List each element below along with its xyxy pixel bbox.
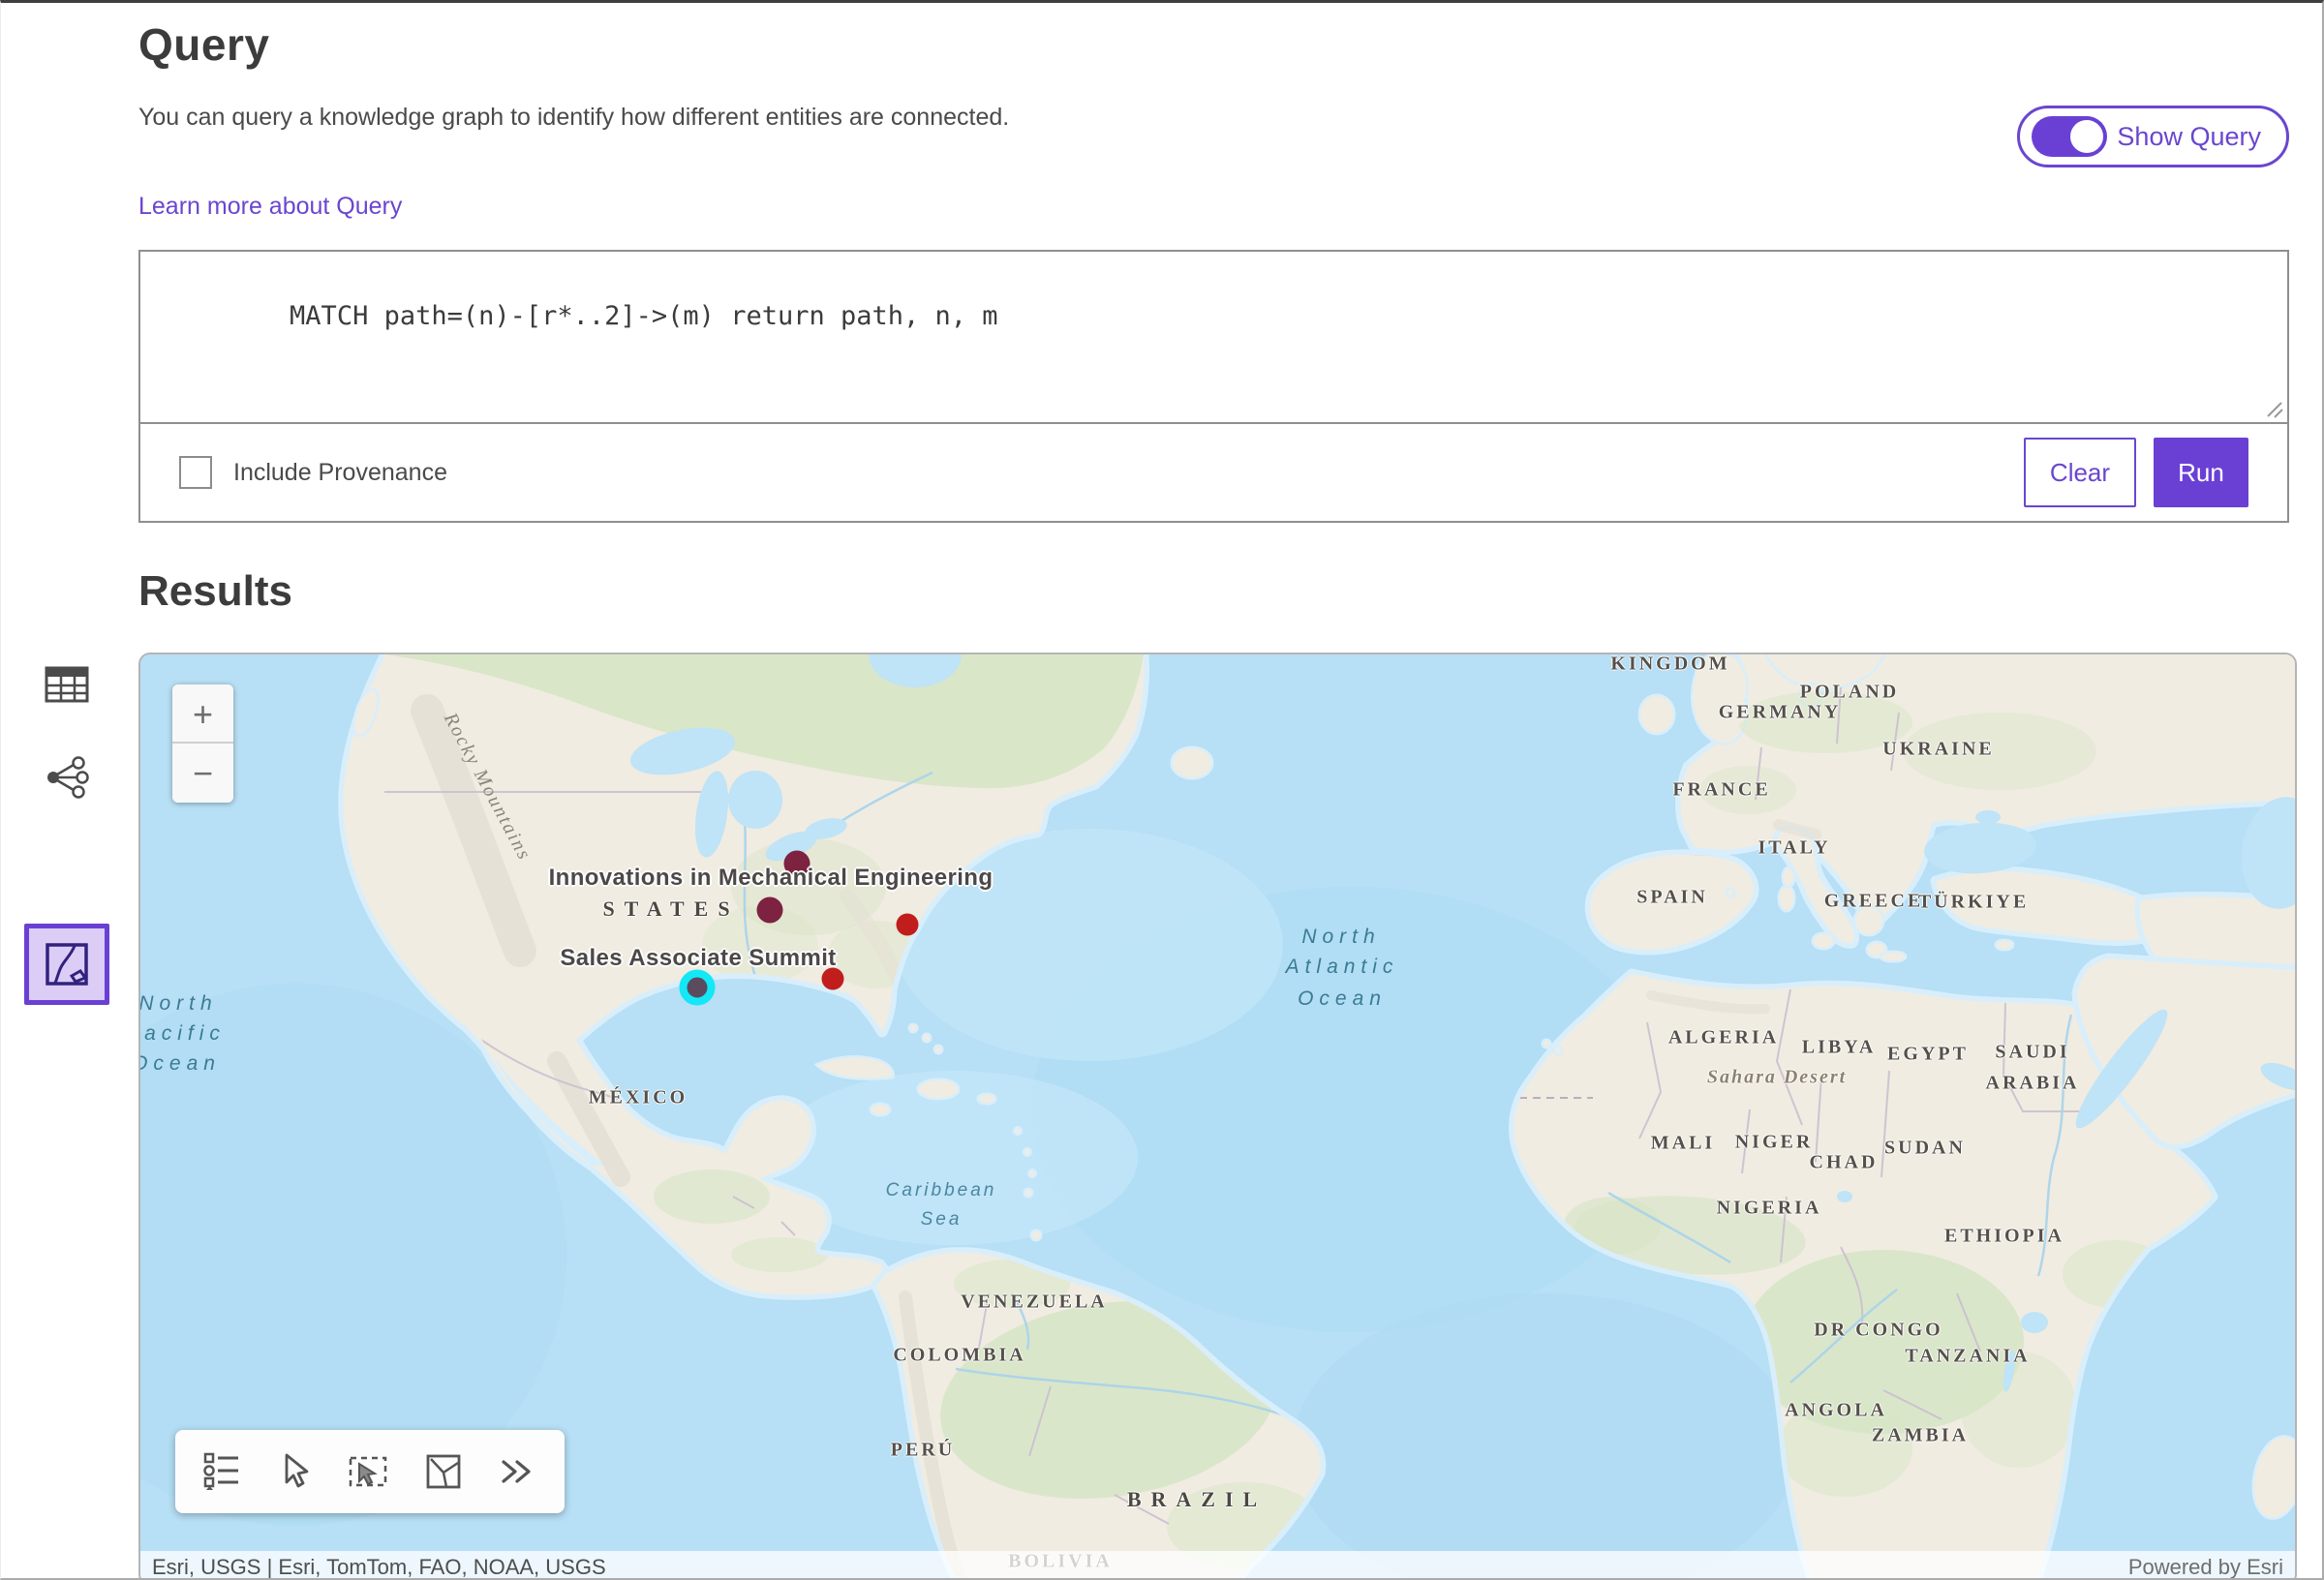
map-place-label: ARABIA (1986, 1073, 2080, 1095)
map-marker-entity-red[interactable] (897, 914, 919, 936)
map-place-label: EGYPT (1887, 1044, 1969, 1066)
map-place-label: Rocky Mountains (439, 710, 535, 865)
zoom-in-button[interactable]: + (172, 684, 233, 744)
link-chart-icon (45, 756, 89, 799)
map-place-label: MÉXICO (589, 1087, 688, 1109)
include-provenance-row: Include Provenance (179, 456, 447, 489)
pointer-button[interactable] (270, 1447, 317, 1496)
map-place-label: ALGERIA (1668, 1027, 1779, 1049)
map-marker-entity-selected[interactable] (680, 970, 716, 1006)
query-text: MATCH path=(n)-[r*..2]->(m) return path,… (290, 301, 998, 331)
map-place-label: TANZANIA (1905, 1346, 2030, 1368)
page-title: Query (138, 18, 2289, 71)
query-section: Query You can query a knowledge graph to… (1, 18, 2322, 523)
map-place-label: ITALY (1758, 837, 1830, 860)
map-place-label: FRANCE (1672, 779, 1770, 802)
legend-list-button[interactable] (198, 1446, 246, 1497)
query-input[interactable]: MATCH path=(n)-[r*..2]->(m) return path,… (140, 252, 2287, 424)
map-event-label: Sales Associate Summit (560, 945, 836, 972)
map-place-label: NIGERIA (1717, 1198, 1822, 1220)
map-place-label: Atlantic (1286, 956, 1399, 979)
toggle-switch-icon[interactable] (2032, 116, 2107, 157)
map-place-label: GERMANY (1719, 702, 1842, 724)
query-actions: Include Provenance Clear Run (140, 424, 2287, 521)
include-provenance-label: Include Provenance (233, 459, 447, 487)
show-query-toggle[interactable]: Show Query (2017, 106, 2289, 167)
resize-grip-icon[interactable] (2263, 398, 2284, 419)
map-place-label: PERÚ (891, 1440, 955, 1462)
select-by-rectangle-button[interactable] (342, 1446, 394, 1497)
sidebar-item-link-chart-view[interactable] (24, 745, 109, 809)
run-button[interactable]: Run (2154, 438, 2248, 507)
results-area: KINGDOM POLANDGERMANY UKRAINE FRANCE ITALY SP… (1, 653, 2322, 1580)
map-place-label: Sahara Desert (1707, 1067, 1847, 1089)
map-attribution-bar: Esri, USGS | Esri, TomTom, FAO, NOAA, US… (140, 1551, 2295, 1580)
map-place-label: Sea (921, 1209, 963, 1231)
map-place-label: UKRAINE (1882, 739, 1994, 761)
map-place-label: KINGDOM (1610, 653, 1729, 676)
map-place-label: Pacific (138, 1022, 226, 1046)
select-by-polygon-icon (423, 1451, 464, 1492)
map-event-label: Innovations in Mechanical Engineering (549, 865, 994, 892)
query-description: You can query a knowledge graph to ident… (138, 104, 1009, 132)
map-icon (45, 942, 89, 987)
powered-by-esri: Powered by Esri (2128, 1555, 2283, 1580)
table-icon (45, 664, 89, 705)
map-place-label: TÜRKIYE (1918, 892, 2029, 914)
app-window: Query You can query a knowledge graph to… (0, 0, 2324, 1580)
include-provenance-checkbox[interactable] (179, 456, 212, 489)
learn-more-link[interactable]: Learn more about Query (138, 193, 402, 221)
map-place-label: NIGER (1735, 1132, 1814, 1154)
map-place-label: COLOMBIA (893, 1345, 1025, 1367)
map-place-label: Caribbean (886, 1180, 997, 1201)
clear-button[interactable]: Clear (2024, 438, 2136, 507)
map-place-label: North (138, 992, 217, 1016)
map-place-label: SUDAN (1884, 1138, 1966, 1160)
map-place-label: Ocean (138, 1052, 221, 1076)
expand-chevrons-icon (496, 1452, 538, 1491)
map-place-label: CHAD (1810, 1152, 1879, 1174)
map-place-label: SAUDI (1995, 1042, 2069, 1064)
sidebar-item-map-view[interactable] (24, 924, 109, 1005)
query-box: MATCH path=(n)-[r*..2]->(m) return path,… (138, 250, 2289, 523)
map-place-label: North (1301, 926, 1380, 949)
toggle-knob (2067, 117, 2106, 156)
map-marker-entity-dark[interactable] (757, 897, 783, 924)
select-by-polygon-button[interactable] (419, 1447, 468, 1496)
map-place-label: VENEZUELA (961, 1291, 1107, 1314)
pointer-icon (274, 1451, 313, 1492)
map-place-label: GREECE (1824, 891, 1923, 913)
results-title: Results (138, 567, 2322, 616)
map-place-label: LIBYA (1802, 1037, 1877, 1059)
map-place-label: MALI (1651, 1133, 1715, 1155)
sidebar-item-table-view[interactable] (24, 653, 109, 716)
map-place-label: STATES (602, 896, 739, 922)
map-place-label: ANGOLA (1785, 1400, 1887, 1422)
description-row: You can query a knowledge graph to ident… (138, 104, 2289, 167)
zoom-control: + − (172, 684, 233, 803)
map-place-label: Ocean (1298, 988, 1387, 1011)
view-sidebar (24, 653, 113, 1005)
map-place-label: BRAZIL (1127, 1487, 1267, 1512)
query-buttons: Clear Run (2024, 438, 2248, 507)
zoom-out-button[interactable]: − (172, 744, 233, 803)
select-by-rectangle-icon (346, 1450, 390, 1493)
show-query-label: Show Query (2117, 122, 2261, 152)
map-place-label: SPAIN (1636, 887, 1708, 909)
map-attribution-sources: Esri, USGS | Esri, TomTom, FAO, NOAA, US… (152, 1555, 606, 1580)
expand-toolbar-button[interactable] (492, 1448, 542, 1495)
map-place-label: POLAND (1800, 682, 1899, 704)
map-place-label: ETHIOPIA (1944, 1226, 2064, 1248)
map-place-label: ZAMBIA (1872, 1425, 1969, 1447)
map-place-label: DR CONGO (1814, 1320, 1942, 1342)
map-toolbar (175, 1430, 565, 1513)
map-view[interactable]: KINGDOM POLANDGERMANY UKRAINE FRANCE ITALY SP… (138, 653, 2297, 1580)
legend-list-icon (201, 1450, 242, 1493)
